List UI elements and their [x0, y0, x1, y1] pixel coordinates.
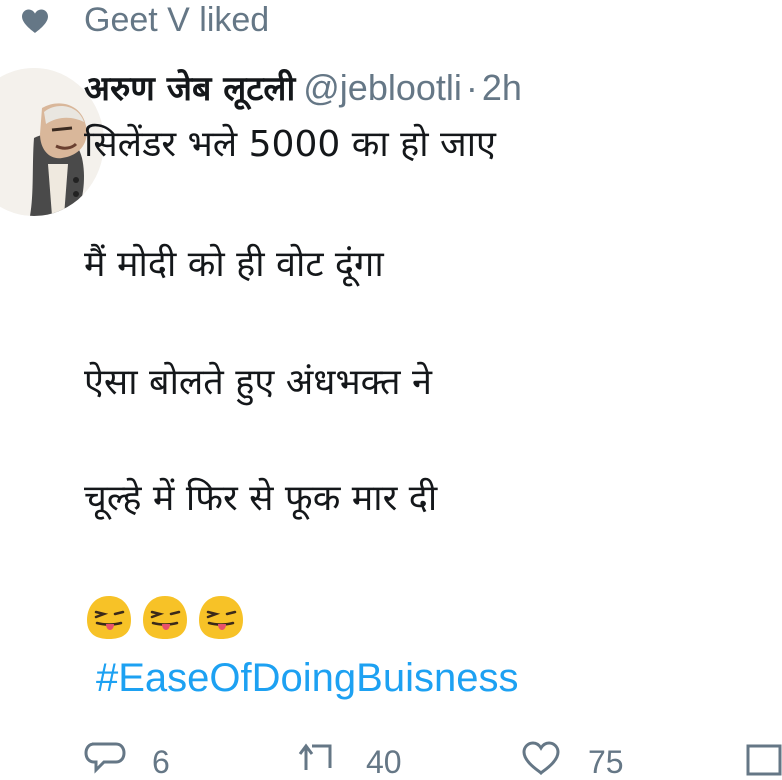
retweet-icon	[298, 743, 332, 770]
reply-button[interactable]: 6	[84, 740, 170, 780]
separator-dot: ·	[465, 67, 478, 108]
winking-tongue-emoji-icon	[87, 596, 131, 639]
emoji-row	[84, 592, 246, 648]
tweet-line: सिलेंडर भले 5000 का हो जाए	[84, 124, 496, 165]
tweet-actions: 6 40 75	[84, 740, 782, 780]
winking-tongue-emoji-icon	[143, 596, 187, 639]
share-icon	[746, 744, 782, 776]
heart-icon	[22, 9, 48, 33]
tweet-line: ऐसा बोलते हुए अंधभक्त ने	[84, 362, 432, 403]
social-context-text: Geet V liked	[84, 1, 270, 39]
social-context: Geet V liked	[0, 0, 782, 40]
winking-tongue-emoji-icon	[199, 596, 243, 639]
tweet-line: मैं मोदी को ही वोट दूंगा	[84, 244, 384, 285]
like-icon	[522, 741, 560, 776]
tweet-line: चूल्हे में फिर से फूक मार दी	[84, 478, 438, 519]
display-name[interactable]: अरुण जेब लूटली	[84, 69, 295, 109]
tweet-header: अरुण जेब लूटली @jeblootli · 2h	[84, 66, 522, 110]
reply-icon	[84, 742, 126, 774]
like-count: 75	[588, 744, 624, 780]
user-handle[interactable]: @jeblootli	[303, 67, 462, 108]
retweet-count: 40	[366, 744, 402, 780]
hashtag-link[interactable]: #EaseOfDoingBuisness	[96, 654, 518, 702]
retweet-button[interactable]: 40	[298, 740, 402, 780]
tweet-timestamp[interactable]: 2h	[482, 67, 522, 108]
reply-count: 6	[152, 744, 170, 780]
share-button[interactable]	[744, 740, 782, 776]
like-button[interactable]: 75	[520, 740, 624, 780]
